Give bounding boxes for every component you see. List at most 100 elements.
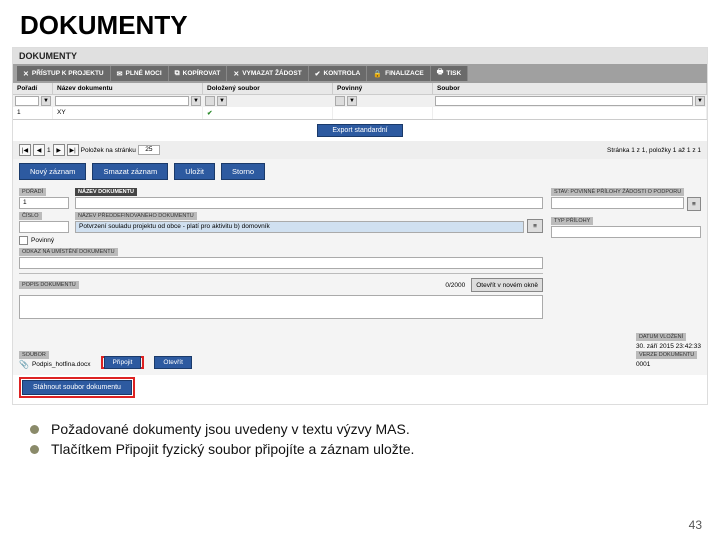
highlight-attach: Připojit <box>101 356 145 369</box>
page-next-button[interactable]: ▶ <box>53 144 65 156</box>
filter-icon[interactable]: ▼ <box>41 96 51 106</box>
checkbox-icon <box>19 236 28 245</box>
new-record-button[interactable]: Nový záznam <box>19 163 86 180</box>
toolbar-print-button[interactable]: 🖶TISK <box>431 66 468 81</box>
field-label: POŘADÍ <box>19 188 46 196</box>
filter-input[interactable] <box>435 96 693 106</box>
lookup-button[interactable]: ≡ <box>527 219 543 233</box>
paperclip-icon: 📎 <box>19 360 29 369</box>
col-file[interactable]: Soubor <box>433 83 707 94</box>
cell-mandatory <box>333 107 433 119</box>
table-row[interactable]: 1 XY ✔ <box>13 107 707 120</box>
mail-icon: ✉ <box>117 70 123 78</box>
checkbox-label: Povinný <box>31 237 54 244</box>
top-toolbar: ✕PŘÍSTUP K PROJEKTU ✉PLNÉ MOCI ⧉KOPÍROVA… <box>13 64 707 83</box>
cell-order: 1 <box>13 107 53 119</box>
toolbar-finalize-button[interactable]: 🔒FINALIZACE <box>367 66 430 81</box>
cell-file <box>433 107 707 119</box>
filter-icon[interactable]: ▼ <box>191 96 201 106</box>
bullet-text: Požadované dokumenty jsou uvedeny v text… <box>51 421 410 437</box>
lookup-button[interactable]: ≡ <box>687 197 701 211</box>
toolbar-label: VYMAZAT ŽÁDOST <box>242 70 301 77</box>
field-label: DATUM VLOŽENÍ <box>636 333 686 341</box>
toolbar-copy-button[interactable]: ⧉KOPÍROVAT <box>169 66 228 81</box>
predefined-doc-field[interactable]: Potvrzení souladu projektu od obce - pla… <box>75 221 524 233</box>
cancel-button[interactable]: Storno <box>221 163 265 180</box>
page-number: 43 <box>689 518 702 532</box>
action-bar: Nový záznam Smazat záznam Uložit Storno <box>13 159 707 184</box>
filter-input[interactable] <box>15 96 39 106</box>
toolbar-label: PŘÍSTUP K PROJEKTU <box>32 70 104 77</box>
filter-icon[interactable]: ▼ <box>217 96 227 106</box>
filter-checkbox[interactable] <box>335 96 345 106</box>
toolbar-label: KONTROLA <box>324 70 361 77</box>
state-field[interactable] <box>551 197 684 209</box>
cell-attached: ✔ <box>203 107 333 119</box>
page-prev-button[interactable]: ◀ <box>33 144 45 156</box>
export-row: Export standardní <box>13 120 707 141</box>
copy-icon: ⧉ <box>175 70 180 78</box>
toolbar-delete-button[interactable]: ✕VYMAZAT ŽÁDOST <box>227 66 308 81</box>
filter-checkbox[interactable] <box>205 96 215 106</box>
doc-version: 0001 <box>636 360 701 369</box>
doc-name-field[interactable] <box>75 197 543 209</box>
toolbar-access-button[interactable]: ✕PŘÍSTUP K PROJEKTU <box>17 66 111 81</box>
file-footer: SOUBOR 📎 Podpis_hotfina.docx Připojit Ot… <box>13 327 707 375</box>
col-mandatory[interactable]: Povinný <box>333 83 433 94</box>
delete-record-button[interactable]: Smazat záznam <box>92 163 168 180</box>
bullet-icon <box>30 425 39 434</box>
download-button[interactable]: Stáhnout soubor dokumentu <box>22 380 132 395</box>
toolbar-label: KOPÍROVAT <box>183 70 221 77</box>
col-file-attached[interactable]: Doložený soubor <box>203 83 333 94</box>
slide-title: DOKUMENTY <box>0 0 720 47</box>
bullet-item: Tlačítkem Připojit fyzický soubor připoj… <box>30 441 690 457</box>
table-header-row: Pořadí Název dokumentu Doložený soubor P… <box>13 83 707 95</box>
document-form: POŘADÍ 1 NÁZEV DOKUMENTU ČÍSLO NÁZEV PŘE… <box>13 184 707 327</box>
open-new-window-button[interactable]: Otevřít v novém okně <box>471 278 543 292</box>
insert-date: 30. září 2015 23:42:33 <box>636 342 701 351</box>
x-icon: ✕ <box>23 70 29 78</box>
description-textarea[interactable] <box>19 295 543 319</box>
highlight-download: Stáhnout soubor dokumentu <box>19 377 135 398</box>
attach-button[interactable]: Připojit <box>104 356 142 369</box>
bullet-item: Požadované dokumenty jsou uvedeny v text… <box>30 421 690 437</box>
page-last-button[interactable]: ▶| <box>67 144 79 156</box>
open-button[interactable]: Otevřít <box>154 356 192 369</box>
bullet-icon <box>30 445 39 454</box>
lock-icon: 🔒 <box>373 70 382 78</box>
check-icon: ✔ <box>315 70 321 78</box>
toolbar-label: PLNÉ MOCI <box>126 70 162 77</box>
attachment-type-field[interactable] <box>551 226 701 238</box>
filter-input[interactable] <box>55 96 189 106</box>
char-count: 0/2000 <box>445 282 465 289</box>
number-field[interactable] <box>19 221 69 233</box>
col-name[interactable]: Název dokumentu <box>53 83 203 94</box>
field-label: ČÍSLO <box>19 212 42 220</box>
filter-row: ▼ ▼ ▼ ▼ ▼ <box>13 95 707 107</box>
toolbar-delegation-button[interactable]: ✉PLNÉ MOCI <box>111 66 169 81</box>
per-page-select[interactable]: 25 <box>138 145 160 155</box>
toolbar-check-button[interactable]: ✔KONTROLA <box>309 66 368 81</box>
order-field[interactable]: 1 <box>19 197 69 209</box>
mandatory-checkbox[interactable]: Povinný <box>19 236 543 245</box>
filter-icon[interactable]: ▼ <box>695 96 705 106</box>
bullet-text: Tlačítkem Připojit fyzický soubor připoj… <box>51 441 414 457</box>
pager: |◀ ◀ 1 ▶ ▶| Položek na stránku 25 Stránk… <box>13 141 707 159</box>
doc-link-field[interactable] <box>19 257 543 269</box>
filter-icon[interactable]: ▼ <box>347 96 357 106</box>
section-heading: DOKUMENTY <box>13 48 707 64</box>
app-screenshot: DOKUMENTY ✕PŘÍSTUP K PROJEKTU ✉PLNÉ MOCI… <box>12 47 708 405</box>
col-order[interactable]: Pořadí <box>13 83 53 94</box>
field-label: NÁZEV DOKUMENTU <box>75 188 137 196</box>
per-page-label: Položek na stránku <box>81 147 136 154</box>
field-label: STAV: POVINNÉ PŘÍLOHY ŽÁDOSTI O PODPORU <box>551 188 684 196</box>
pager-summary: Stránka 1 z 1, položky 1 až 1 z 1 <box>607 147 701 154</box>
field-label: VERZE DOKUMENTU <box>636 351 697 359</box>
save-button[interactable]: Uložit <box>174 163 215 180</box>
bullet-list: Požadované dokumenty jsou uvedeny v text… <box>0 405 720 457</box>
toolbar-label: TISK <box>446 70 461 77</box>
page-current: 1 <box>47 147 51 154</box>
page-first-button[interactable]: |◀ <box>19 144 31 156</box>
cell-name: XY <box>53 107 203 119</box>
export-button[interactable]: Export standardní <box>317 124 402 137</box>
